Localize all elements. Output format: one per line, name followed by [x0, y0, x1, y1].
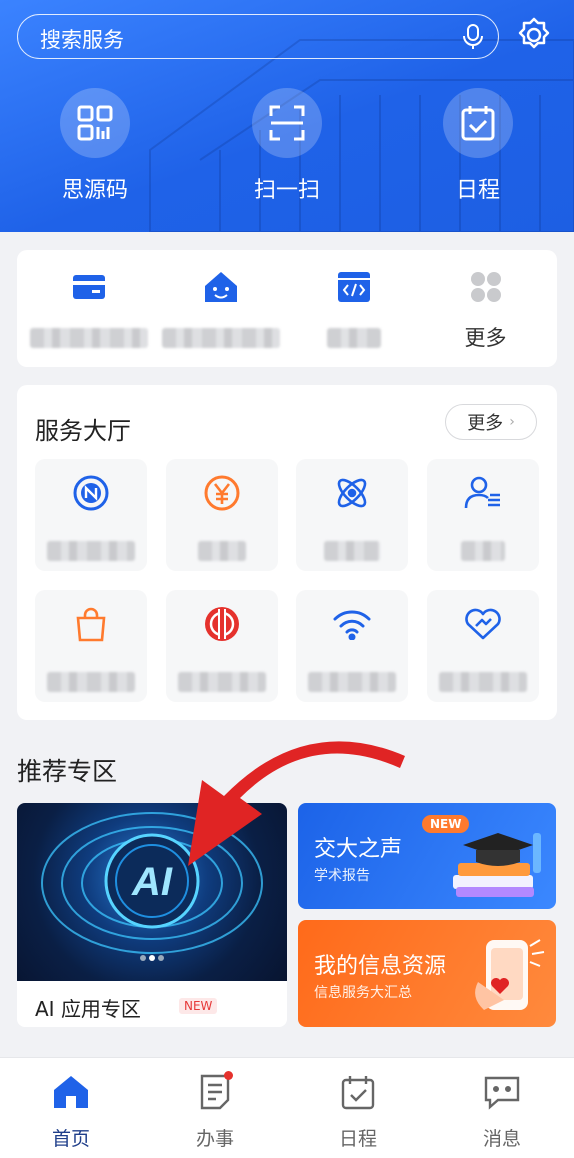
user-list-icon	[427, 475, 539, 511]
banner-title: 我的信息资源	[314, 954, 447, 979]
scan-icon	[252, 88, 322, 158]
shortcut-label-blurred	[29, 328, 148, 348]
quick-action-qrcode[interactable]: 思源码	[35, 88, 155, 204]
service-label-blurred	[461, 541, 505, 561]
service-tile[interactable]	[35, 590, 147, 702]
union-emblem-icon	[166, 606, 278, 642]
settings-gear-icon[interactable]	[515, 16, 553, 54]
shopping-bag-icon	[35, 606, 147, 642]
quick-action-label: 日程	[455, 178, 500, 203]
shortcut-item[interactable]	[286, 268, 421, 352]
n-circle-icon	[35, 475, 147, 511]
quick-action-label: 思源码	[61, 178, 128, 203]
chevron-right-icon: ›	[509, 414, 515, 430]
microphone-icon[interactable]	[462, 23, 484, 51]
tab-affairs[interactable]: 办事	[165, 1071, 265, 1151]
header: 搜索服务 思源码 扫一扫 日程	[0, 0, 574, 232]
recommend-title: 推荐专区	[17, 757, 118, 786]
service-label-blurred	[47, 672, 135, 692]
tab-label: 办事	[195, 1128, 234, 1150]
search-input[interactable]: 搜索服务	[17, 14, 499, 59]
atom-icon	[296, 475, 408, 511]
banner-subtitle: 学术报告	[314, 868, 370, 884]
service-tile[interactable]	[166, 590, 278, 702]
ai-zone-label: AI 应用专区	[35, 997, 141, 1021]
service-label-blurred	[324, 541, 380, 561]
service-hall-more-button[interactable]: 更多 ›	[445, 404, 537, 440]
quick-action-calendar[interactable]: 日程	[418, 88, 538, 204]
service-label-blurred	[178, 672, 266, 692]
service-tile[interactable]	[296, 590, 408, 702]
home-icon	[153, 268, 288, 306]
search-placeholder: 搜索服务	[40, 28, 124, 52]
quick-action-label: 扫一扫	[253, 178, 320, 203]
shortcut-label-blurred	[161, 328, 280, 348]
more-button-label: 更多	[467, 413, 504, 434]
tab-label: 消息	[482, 1128, 521, 1150]
shortcut-card: 更多	[17, 250, 557, 367]
shortcut-item[interactable]	[153, 268, 288, 352]
books-graduation-cap-icon	[453, 833, 541, 897]
service-label-blurred	[47, 541, 135, 561]
heart-hands-icon	[427, 606, 539, 642]
service-label-blurred	[439, 672, 527, 692]
message-tab-icon	[452, 1072, 552, 1112]
bottom-tab-bar: 首页 办事 日程 消息	[0, 1057, 574, 1158]
service-tile[interactable]	[427, 459, 539, 571]
shortcut-more[interactable]: 更多	[418, 268, 553, 352]
qr-code-icon	[60, 88, 130, 158]
calendar-tab-icon	[308, 1072, 408, 1112]
card-icon	[21, 268, 156, 306]
quick-action-scan[interactable]: 扫一扫	[227, 88, 347, 204]
tab-label: 日程	[338, 1128, 377, 1150]
tab-schedule[interactable]: 日程	[308, 1072, 408, 1151]
banner-academic-voice[interactable]: NEW 交大之声 学术报告	[298, 803, 556, 909]
shortcut-item[interactable]	[21, 268, 156, 352]
home-tab-icon	[21, 1072, 121, 1112]
service-tile[interactable]	[427, 590, 539, 702]
service-tile[interactable]	[296, 459, 408, 571]
tab-home[interactable]: 首页	[21, 1072, 121, 1151]
shortcut-label-blurred	[326, 328, 381, 348]
calendar-icon	[443, 88, 513, 158]
yuan-icon	[166, 475, 278, 511]
service-hall-title: 服务大厅	[35, 417, 131, 445]
shortcut-more-label: 更多	[464, 326, 507, 350]
tab-label: 首页	[51, 1128, 90, 1150]
service-label-blurred	[308, 672, 396, 692]
wifi-icon	[296, 606, 408, 642]
service-hall-card: 服务大厅 更多 ›	[17, 385, 557, 720]
code-window-icon	[286, 268, 421, 306]
tab-messages[interactable]: 消息	[452, 1072, 552, 1151]
banner-my-info-resources[interactable]: 我的信息资源 信息服务大汇总	[298, 920, 556, 1027]
document-tab-icon	[165, 1071, 265, 1112]
grid-more-icon	[418, 268, 553, 306]
service-tile[interactable]	[35, 459, 147, 571]
banner-title: 交大之声	[314, 837, 403, 862]
service-tile[interactable]	[166, 459, 278, 571]
phone-heart-icon	[475, 939, 545, 1010]
notification-dot	[224, 1071, 233, 1080]
new-tag: NEW	[179, 998, 218, 1014]
service-label-blurred	[198, 541, 246, 561]
banner-subtitle: 信息服务大汇总	[314, 985, 412, 1001]
